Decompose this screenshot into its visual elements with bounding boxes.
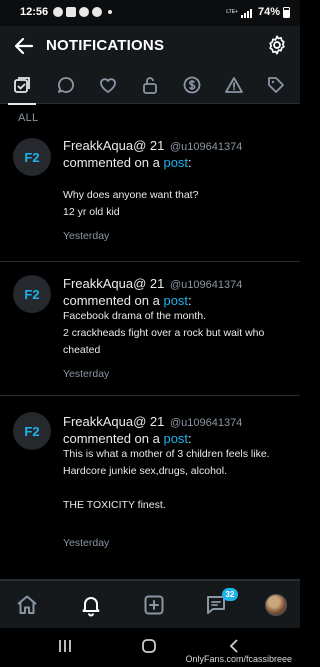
action-suffix: : — [188, 431, 192, 446]
bottom-navigation: 32 — [0, 580, 300, 628]
notification-header: FreakkAqua@ 21 @u109641374 — [63, 414, 292, 429]
notification-time: Yesterday — [63, 368, 110, 380]
tab-subscriptions[interactable] — [130, 66, 170, 104]
add-post-icon[interactable] — [142, 593, 166, 617]
notification-icon — [79, 7, 89, 17]
notification-action: commented on a post: — [63, 431, 292, 446]
tab-all[interactable] — [2, 66, 42, 105]
user-display-name[interactable]: FreakkAqua@ 21 — [63, 276, 164, 291]
post-link[interactable]: post — [163, 155, 188, 170]
status-bar: 12:56 LTE+ 74% — [0, 0, 300, 26]
post-link[interactable]: post — [163, 293, 188, 308]
heart-icon — [100, 78, 116, 93]
notification-action: commented on a post: — [63, 155, 292, 170]
back-button-icon[interactable] — [226, 638, 242, 654]
system-navigation-bar: OnlyFans.com/fcassibreee — [0, 628, 300, 667]
battery-icon — [283, 6, 290, 18]
user-handle[interactable]: @u109641374 — [170, 417, 242, 429]
notification-time: Yesterday — [63, 537, 110, 549]
tab-promotions[interactable] — [256, 66, 296, 104]
user-handle[interactable]: @u109641374 — [170, 279, 242, 291]
battery-percent: 74% — [257, 6, 280, 18]
home-button-icon[interactable] — [141, 638, 157, 654]
avatar[interactable]: F2 — [13, 412, 51, 450]
status-notification-icons — [53, 7, 112, 17]
more-dot-icon — [108, 10, 112, 14]
avatar[interactable]: F2 — [13, 138, 51, 176]
filter-label: ALL — [18, 112, 39, 124]
warning-icon — [225, 77, 243, 93]
avatar[interactable]: F2 — [13, 275, 51, 313]
all-notifications-icon — [14, 77, 30, 93]
recent-apps-icon[interactable] — [57, 638, 73, 654]
dollar-icon — [183, 76, 201, 94]
gear-icon[interactable] — [266, 34, 288, 56]
comment-text: Why does anyone want that? 12 yr old kid — [63, 189, 199, 218]
tab-alerts[interactable] — [214, 66, 254, 104]
tab-comments[interactable] — [46, 66, 86, 104]
tab-favorites[interactable] — [88, 66, 128, 104]
price-tag-icon — [268, 77, 284, 93]
tab-tips[interactable] — [172, 66, 212, 104]
messenger-icon — [92, 7, 102, 17]
notification-item[interactable]: F2 FreakkAqua@ 21 @u109641374 commented … — [0, 262, 300, 396]
notification-item[interactable]: F2 FreakkAqua@ 21 @u109641374 commented … — [0, 396, 300, 580]
action-suffix: : — [188, 293, 192, 308]
action-suffix: : — [188, 155, 192, 170]
action-text: commented on a — [63, 431, 160, 446]
network-label: LTE+ — [226, 8, 238, 15]
messages-count-badge: 32 — [222, 588, 238, 601]
notification-tabs — [0, 66, 300, 105]
comment-icon — [58, 77, 74, 93]
notification-action: commented on a post: — [63, 293, 292, 308]
profile-avatar[interactable] — [265, 594, 287, 616]
unlock-icon — [143, 77, 157, 94]
action-text: commented on a — [63, 293, 160, 308]
notification-time: Yesterday — [63, 230, 110, 242]
app-header: NOTIFICATIONS — [0, 26, 300, 66]
notification-item[interactable]: F2 FreakkAqua@ 21 @u109641374 commented … — [0, 128, 300, 262]
instagram-icon — [66, 7, 76, 17]
notification-header: FreakkAqua@ 21 @u109641374 — [63, 138, 292, 153]
user-handle[interactable]: @u109641374 — [170, 141, 242, 153]
comment-text: This is what a mother of 3 children feel… — [63, 448, 270, 511]
signal-icon — [240, 8, 252, 18]
home-icon[interactable] — [15, 593, 39, 617]
notification-icon — [53, 7, 63, 17]
user-display-name[interactable]: FreakkAqua@ 21 — [63, 138, 164, 153]
notification-header: FreakkAqua@ 21 @u109641374 — [63, 276, 292, 291]
bell-icon[interactable] — [79, 593, 103, 617]
user-display-name[interactable]: FreakkAqua@ 21 — [63, 414, 164, 429]
watermark: OnlyFans.com/fcassibreee — [185, 654, 292, 664]
status-time: 12:56 — [20, 6, 49, 18]
comment-text: Facebook drama of the month. 2 crackhead… — [63, 310, 265, 356]
action-text: commented on a — [63, 155, 160, 170]
page-title: NOTIFICATIONS — [46, 37, 165, 54]
post-link[interactable]: post — [163, 431, 188, 446]
back-arrow-icon[interactable] — [12, 34, 36, 58]
